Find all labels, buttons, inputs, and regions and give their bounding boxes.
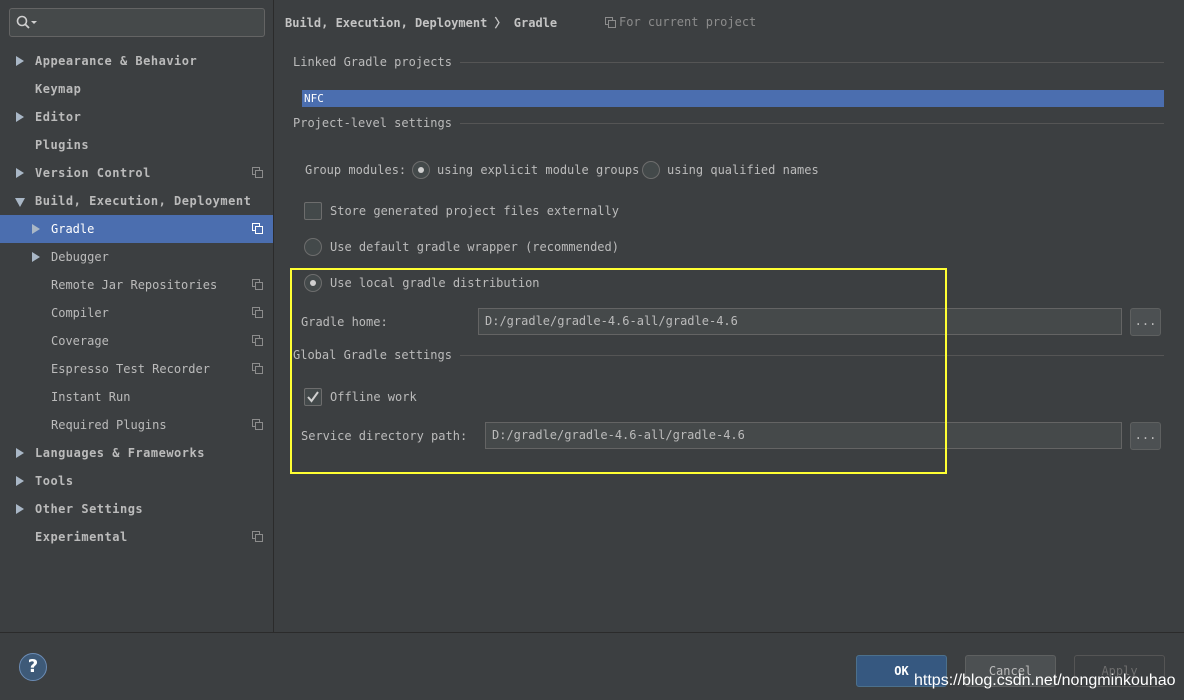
highlight-annotation-box bbox=[290, 268, 947, 474]
sidebar-item-gradle[interactable]: Gradle bbox=[0, 215, 273, 243]
sidebar-item-label: Required Plugins bbox=[51, 418, 167, 432]
expand-arrow-icon[interactable] bbox=[16, 504, 24, 514]
sidebar-item-instant-run[interactable]: Instant Run bbox=[0, 383, 273, 411]
breadcrumb-current: Gradle bbox=[513, 16, 558, 30]
help-button[interactable]: ? bbox=[19, 653, 47, 681]
sidebar-item-label: Coverage bbox=[51, 334, 109, 348]
sidebar-item-compiler[interactable]: Compiler bbox=[0, 299, 273, 327]
sidebar-item-remote-jar-repositories[interactable]: Remote Jar Repositories bbox=[0, 271, 273, 299]
expand-arrow-icon[interactable] bbox=[16, 476, 24, 486]
sidebar-item-experimental[interactable]: Experimental bbox=[0, 523, 273, 551]
sidebar-item-required-plugins[interactable]: Required Plugins bbox=[0, 411, 273, 439]
store-externally-label[interactable]: Store generated project files externally bbox=[330, 204, 619, 218]
expand-arrow-icon[interactable] bbox=[16, 168, 24, 178]
sidebar-item-label: Build, Execution, Deployment bbox=[35, 194, 252, 208]
sidebar-item-debugger[interactable]: Debugger bbox=[0, 243, 273, 271]
sidebar-item-espresso-test-recorder[interactable]: Espresso Test Recorder bbox=[0, 355, 273, 383]
expand-arrow-icon[interactable] bbox=[32, 224, 40, 234]
project-scope-icon bbox=[252, 531, 263, 542]
radio-qualified-names-label[interactable]: using qualified names bbox=[667, 163, 819, 177]
radio-explicit-module-groups[interactable] bbox=[412, 161, 430, 179]
sidebar-item-build-execution-deployment[interactable]: Build, Execution, Deployment bbox=[0, 187, 273, 215]
expand-arrow-icon[interactable] bbox=[16, 56, 24, 66]
scope-label: For current project bbox=[619, 15, 757, 29]
breadcrumb-parent: Build, Execution, Deployment bbox=[285, 16, 488, 30]
gradle-home-browse-button[interactable]: ... bbox=[1130, 308, 1161, 336]
collapse-arrow-icon[interactable] bbox=[15, 198, 25, 207]
sidebar-item-appearance-behavior[interactable]: Appearance & Behavior bbox=[0, 47, 273, 75]
project-level-section: Project-level settings bbox=[293, 116, 1164, 130]
watermark-text: https://blog.csdn.net/nongminkouhao bbox=[914, 672, 1176, 689]
sidebar-item-label: Keymap bbox=[35, 82, 82, 96]
project-scope-icon bbox=[252, 223, 263, 234]
sidebar-item-label: Experimental bbox=[35, 530, 128, 544]
section-title: Project-level settings bbox=[293, 116, 460, 130]
linked-projects-section: Linked Gradle projects bbox=[293, 55, 1164, 69]
sidebar-item-coverage[interactable]: Coverage bbox=[0, 327, 273, 355]
project-scope-icon bbox=[252, 335, 263, 346]
sidebar-item-other-settings[interactable]: Other Settings bbox=[0, 495, 273, 523]
expand-arrow-icon[interactable] bbox=[16, 112, 24, 122]
settings-sidebar: Appearance & Behavior Keymap Editor Plug… bbox=[0, 0, 274, 632]
project-scope-icon bbox=[252, 279, 263, 290]
sidebar-item-editor[interactable]: Editor bbox=[0, 103, 273, 131]
project-scope-icon bbox=[252, 167, 263, 178]
dialog-footer: ? OK Cancel Apply https://blog.csdn.net/… bbox=[0, 632, 1184, 700]
sidebar-item-languages-frameworks[interactable]: Languages & Frameworks bbox=[0, 439, 273, 467]
store-externally-checkbox[interactable] bbox=[304, 202, 322, 220]
sidebar-item-label: Plugins bbox=[35, 138, 90, 152]
sidebar-item-version-control[interactable]: Version Control bbox=[0, 159, 273, 187]
service-directory-browse-button[interactable]: ... bbox=[1130, 422, 1161, 450]
sidebar-item-label: Remote Jar Repositories bbox=[51, 278, 218, 292]
gradle-settings-panel: Build, Execution, Deployment 〉 Gradle Fo… bbox=[275, 0, 1184, 632]
sidebar-item-label: Compiler bbox=[51, 306, 109, 320]
sidebar-item-label: Version Control bbox=[35, 166, 151, 180]
sidebar-item-label: Editor bbox=[35, 110, 82, 124]
sidebar-item-keymap[interactable]: Keymap bbox=[0, 75, 273, 103]
search-input[interactable] bbox=[9, 8, 265, 37]
sidebar-item-label: Espresso Test Recorder bbox=[51, 362, 210, 376]
sidebar-item-tools[interactable]: Tools bbox=[0, 467, 273, 495]
linked-project-item[interactable]: NFC bbox=[302, 90, 1164, 107]
sidebar-item-label: Other Settings bbox=[35, 502, 144, 516]
radio-explicit-module-groups-label[interactable]: using explicit module groups bbox=[437, 163, 639, 177]
search-icon[interactable] bbox=[16, 15, 42, 34]
sidebar-item-label: Gradle bbox=[51, 222, 95, 236]
sidebar-item-label: Appearance & Behavior bbox=[35, 54, 198, 68]
sidebar-item-label: Tools bbox=[35, 474, 74, 488]
group-modules-label: Group modules: bbox=[305, 163, 407, 177]
project-scope-icon bbox=[252, 419, 263, 430]
radio-default-wrapper[interactable] bbox=[304, 238, 322, 256]
sidebar-item-plugins[interactable]: Plugins bbox=[0, 131, 273, 159]
section-title: Linked Gradle projects bbox=[293, 55, 460, 69]
breadcrumb-separator: 〉 bbox=[494, 16, 507, 30]
expand-arrow-icon[interactable] bbox=[32, 252, 40, 262]
scope-indicator: For current project bbox=[605, 15, 756, 29]
project-scope-icon bbox=[252, 307, 263, 318]
expand-arrow-icon[interactable] bbox=[16, 448, 24, 458]
sidebar-item-label: Languages & Frameworks bbox=[35, 446, 205, 460]
sidebar-item-label: Instant Run bbox=[51, 390, 131, 404]
radio-qualified-names[interactable] bbox=[642, 161, 660, 179]
radio-default-wrapper-label[interactable]: Use default gradle wrapper (recommended) bbox=[330, 240, 619, 254]
project-scope-icon bbox=[252, 363, 263, 374]
breadcrumb: Build, Execution, Deployment 〉 Gradle bbox=[285, 14, 557, 31]
sidebar-item-label: Debugger bbox=[51, 250, 109, 264]
project-scope-icon bbox=[605, 17, 616, 28]
